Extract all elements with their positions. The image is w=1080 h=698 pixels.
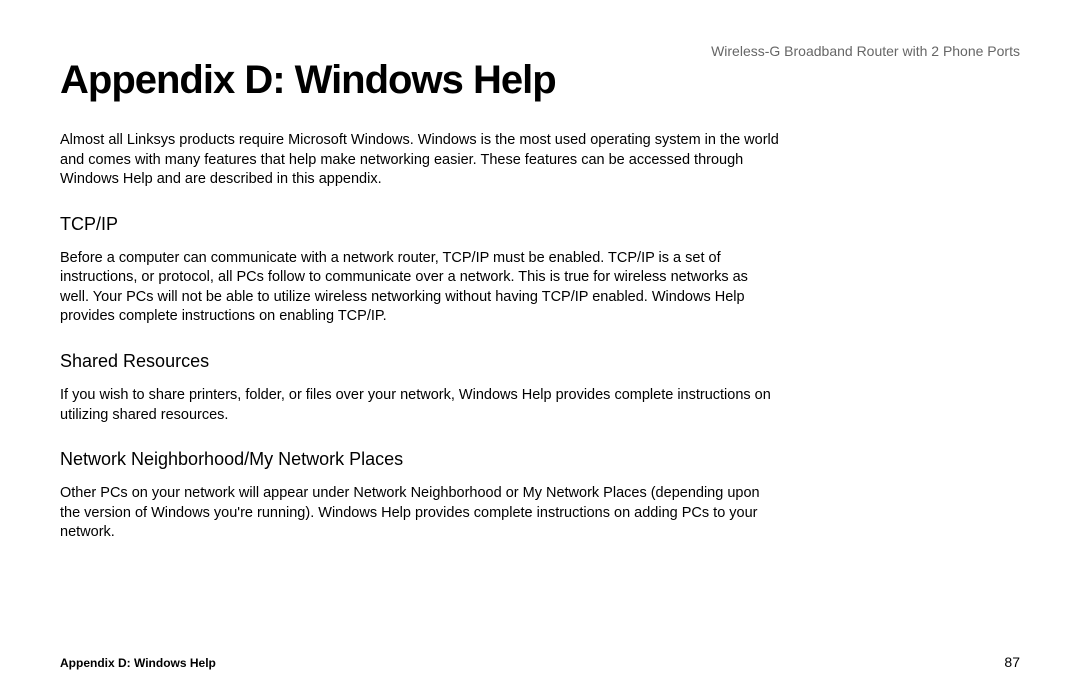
section-heading-tcpip: TCP/IP xyxy=(60,214,1020,235)
footer-appendix-label: Appendix D: Windows Help xyxy=(60,656,216,670)
page-footer: Appendix D: Windows Help 87 xyxy=(60,654,1020,670)
footer-page-number: 87 xyxy=(1004,654,1020,670)
section-heading-network-neighborhood: Network Neighborhood/My Network Places xyxy=(60,449,1020,470)
section-body-network-neighborhood: Other PCs on your network will appear un… xyxy=(60,484,780,543)
section-body-shared-resources: If you wish to share printers, folder, o… xyxy=(60,386,780,425)
intro-paragraph: Almost all Linksys products require Micr… xyxy=(60,131,780,190)
page-title: Appendix D: Windows Help xyxy=(60,58,1020,103)
section-body-tcpip: Before a computer can communicate with a… xyxy=(60,249,780,327)
header-product-name: Wireless-G Broadband Router with 2 Phone… xyxy=(711,43,1020,59)
section-heading-shared-resources: Shared Resources xyxy=(60,351,1020,372)
